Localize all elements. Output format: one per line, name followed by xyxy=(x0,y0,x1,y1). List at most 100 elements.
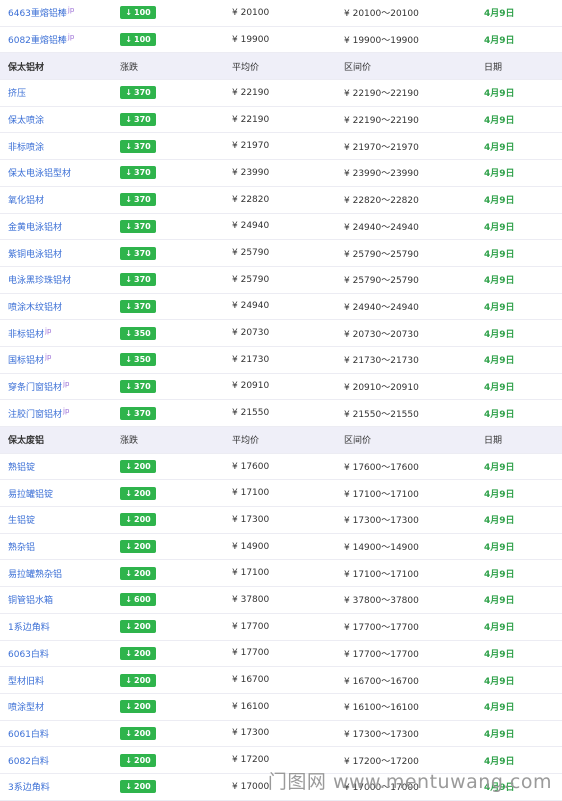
product-link[interactable]: 挤压 xyxy=(8,89,26,99)
change-badge: ↓ 200 xyxy=(120,540,156,554)
date-cell: 4月9日 xyxy=(484,516,515,527)
change-value: 370 xyxy=(134,221,151,231)
change-cell: ↓ 200 xyxy=(112,566,224,580)
down-arrow-icon: ↓ xyxy=(125,8,132,18)
table-row: 非标喷涂 ↓ 370 ¥ 21970 ¥ 21970～21970 4月9日 xyxy=(0,133,562,161)
avg-price: ¥ 25790 xyxy=(232,248,270,259)
product-link[interactable]: 生铝锭 xyxy=(8,516,35,526)
change-badge: ↓ 200 xyxy=(120,753,156,767)
change-value: 600 xyxy=(134,595,151,605)
product-link[interactable]: 6063白料 xyxy=(8,650,49,660)
member-icon: jp xyxy=(45,326,52,335)
product-cell: 挤压 xyxy=(0,86,112,99)
down-arrow-icon: ↓ xyxy=(125,595,132,605)
avg-price: ¥ 25790 xyxy=(232,274,270,285)
product-cell: 铜管铝水箱 xyxy=(0,593,112,606)
product-link[interactable]: 易拉罐熟杂铝 xyxy=(8,570,62,580)
product-link[interactable]: 喷涂木纹铝材 xyxy=(8,303,62,313)
table-row: 喷涂型材 ↓ 200 ¥ 16100 ¥ 16100～16100 4月9日 xyxy=(0,694,562,721)
product-link[interactable]: 保太喷涂 xyxy=(8,116,44,126)
range-price: ¥ 17300～17300 xyxy=(344,729,419,740)
range-price: ¥ 20910～20910 xyxy=(344,382,419,393)
table-row: 穿条门窗铝材jp ↓ 370 ¥ 20910 ¥ 20910～20910 4月9日 xyxy=(0,374,562,401)
down-arrow-icon: ↓ xyxy=(125,648,132,658)
range-price: ¥ 19900～19900 xyxy=(344,36,419,47)
product-link[interactable]: 型材旧料 xyxy=(8,677,44,687)
site-watermark: 门图网 www.mentuwang.com xyxy=(267,771,552,793)
change-badge: ↓ 350 xyxy=(120,326,156,340)
change-cell: ↓ 370 xyxy=(112,379,224,393)
product-link[interactable]: 非标喷涂 xyxy=(8,143,44,153)
product-link[interactable]: 电泳黑珍珠铝材 xyxy=(8,276,71,286)
change-cell: ↓ 350 xyxy=(112,326,224,340)
date-cell: 4月9日 xyxy=(484,222,515,233)
avg-price: ¥ 17600 xyxy=(232,461,270,472)
header-change: 涨跌 xyxy=(120,62,139,73)
product-link[interactable]: 注胶门窗铝材 xyxy=(8,410,62,420)
product-cell: 非标喷涂 xyxy=(0,140,112,153)
avg-price: ¥ 37800 xyxy=(232,594,270,605)
table-row: 非标铝材jp ↓ 350 ¥ 20730 ¥ 20730～20730 4月9日 xyxy=(0,320,562,347)
product-cell: 金黄电泳铝材 xyxy=(0,220,112,233)
date-cell: 4月9日 xyxy=(484,116,515,127)
avg-price: ¥ 16700 xyxy=(232,675,270,686)
date-cell: 4月9日 xyxy=(484,676,515,687)
table-row: 1系边角料 ↓ 200 ¥ 17700 ¥ 17700～17700 4月9日 xyxy=(0,614,562,641)
product-cell: 6463重熔铝棒jp xyxy=(0,6,112,19)
product-link[interactable]: 喷涂型材 xyxy=(8,703,44,713)
date-cell: 4月9日 xyxy=(484,382,515,393)
down-arrow-icon: ↓ xyxy=(125,675,132,685)
table-row: 熟杂铝 ↓ 200 ¥ 14900 ¥ 14900～14900 4月9日 xyxy=(0,534,562,561)
change-badge: ↓ 100 xyxy=(120,33,156,47)
change-cell: ↓ 370 xyxy=(112,406,224,420)
product-cell: 6082白料 xyxy=(0,754,112,767)
down-arrow-icon: ↓ xyxy=(125,275,132,285)
change-value: 200 xyxy=(134,782,151,792)
change-badge: ↓ 370 xyxy=(120,246,156,260)
change-cell: ↓ 200 xyxy=(112,486,224,500)
change-value: 200 xyxy=(134,488,151,498)
product-link[interactable]: 6082重熔铝棒 xyxy=(8,36,67,46)
down-arrow-icon: ↓ xyxy=(125,462,132,472)
table-row: 生铝锭 ↓ 200 ¥ 17300 ¥ 17300～17300 4月9日 xyxy=(0,507,562,534)
member-icon: jp xyxy=(45,353,52,362)
range-price: ¥ 17100～17100 xyxy=(344,489,419,500)
down-arrow-icon: ↓ xyxy=(125,568,132,578)
range-price: ¥ 17300～17300 xyxy=(344,516,419,527)
product-link[interactable]: 金黄电泳铝材 xyxy=(8,223,62,233)
change-cell: ↓ 200 xyxy=(112,540,224,554)
avg-price: ¥ 22190 xyxy=(232,114,270,125)
range-price: ¥ 22190～22190 xyxy=(344,116,419,127)
table-row: 保太喷涂 ↓ 370 ¥ 22190 ¥ 22190～22190 4月9日 xyxy=(0,107,562,134)
product-link[interactable]: 3系边角料 xyxy=(8,783,50,793)
product-cell: 电泳黑珍珠铝材 xyxy=(0,273,112,286)
change-badge: ↓ 370 xyxy=(120,379,156,393)
product-link[interactable]: 保太电泳铝型材 xyxy=(8,169,71,179)
section-header: 保太废铝 涨跌 平均价 区间价 日期 xyxy=(0,427,562,454)
product-link[interactable]: 6082白料 xyxy=(8,757,49,767)
product-link[interactable]: 6463重熔铝棒 xyxy=(8,9,67,19)
product-link[interactable]: 1系边角料 xyxy=(8,623,50,633)
product-link[interactable]: 熟铝锭 xyxy=(8,463,35,473)
table-row: 保太电泳铝型材 ↓ 370 ¥ 23990 ¥ 23990～23990 4月9日 xyxy=(0,160,562,187)
change-badge: ↓ 370 xyxy=(120,299,156,313)
product-link[interactable]: 国标铝材 xyxy=(8,356,44,366)
product-cell: 注胶门窗铝材jp xyxy=(0,407,112,420)
down-arrow-icon: ↓ xyxy=(125,355,132,365)
product-link[interactable]: 铜管铝水箱 xyxy=(8,596,53,606)
product-link[interactable]: 熟杂铝 xyxy=(8,543,35,553)
avg-price: ¥ 17100 xyxy=(232,568,270,579)
product-link[interactable]: 穿条门窗铝材 xyxy=(8,383,62,393)
date-cell: 4月9日 xyxy=(484,36,515,47)
product-link[interactable]: 紫铜电泳铝材 xyxy=(8,250,62,260)
product-cell: 1系边角料 xyxy=(0,620,112,633)
product-cell: 紫铜电泳铝材 xyxy=(0,247,112,260)
product-cell: 穿条门窗铝材jp xyxy=(0,380,112,393)
product-link[interactable]: 易拉罐铝锭 xyxy=(8,490,53,500)
product-link[interactable]: 6061白料 xyxy=(8,730,49,740)
change-badge: ↓ 370 xyxy=(120,166,156,180)
range-price: ¥ 24940～24940 xyxy=(344,302,419,313)
change-badge: ↓ 370 xyxy=(120,406,156,420)
product-link[interactable]: 非标铝材 xyxy=(8,330,44,340)
product-link[interactable]: 氧化铝材 xyxy=(8,196,44,206)
